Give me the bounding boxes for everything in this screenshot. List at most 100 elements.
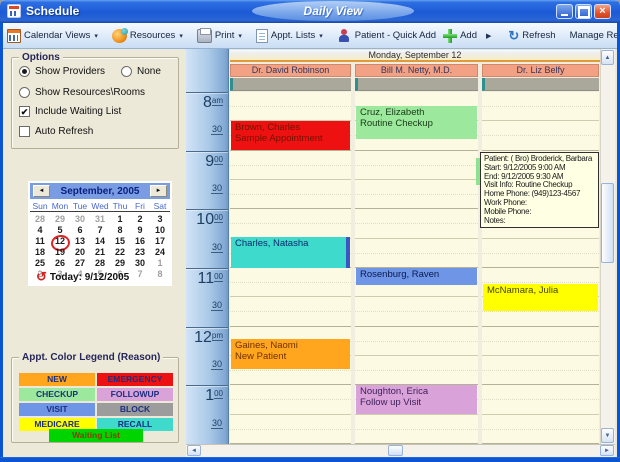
appointment-block[interactable]: Noughton, EricaFollow up Visit xyxy=(356,385,477,414)
calendar-day[interactable]: 1 xyxy=(150,258,170,269)
checkbox-include-waiting-list[interactable]: ✔ Include Waiting List xyxy=(19,106,121,117)
refresh-button[interactable]: ↻ Refresh xyxy=(505,27,558,44)
calendar-day[interactable]: 8 xyxy=(150,269,170,280)
calendar-day[interactable]: 22 xyxy=(110,247,130,258)
time-slot[interactable] xyxy=(230,151,351,180)
calendar-day[interactable]: 21 xyxy=(90,247,110,258)
vertical-scroll-thumb[interactable] xyxy=(601,183,614,263)
calendar-day[interactable]: 24 xyxy=(150,247,170,258)
calendar-day[interactable]: 28 xyxy=(30,214,50,225)
appt-lists-button[interactable]: Appt. Lists ▾ xyxy=(253,27,326,45)
radio-show-resources-rooms[interactable]: Show Resources\Rooms xyxy=(19,87,145,98)
more-arrow-button[interactable]: ▶ xyxy=(480,30,497,42)
calendar-day[interactable]: 8 xyxy=(110,225,130,236)
time-slot[interactable] xyxy=(482,121,599,150)
time-slot[interactable] xyxy=(230,415,351,444)
calendar-day[interactable]: 2 xyxy=(130,214,150,225)
appointment-block[interactable]: Charles, Natasha xyxy=(231,237,350,268)
calendar-day[interactable]: 30 xyxy=(70,214,90,225)
radio-none[interactable]: None xyxy=(121,66,161,77)
time-slot[interactable] xyxy=(355,356,478,385)
gutter-half-label: 30 xyxy=(211,183,223,194)
calendar-day[interactable]: 9 xyxy=(130,225,150,236)
calendar-prev-button[interactable]: ◄ xyxy=(33,185,50,197)
appointment-block[interactable]: Rosenburg, Raven xyxy=(356,268,477,285)
calendar-day[interactable]: 23 xyxy=(130,247,150,258)
time-slot[interactable] xyxy=(482,327,599,356)
print-label: Print xyxy=(215,30,235,41)
calendar-day[interactable]: 11 xyxy=(30,236,50,247)
time-slot[interactable] xyxy=(230,209,351,238)
time-slot[interactable] xyxy=(355,415,478,444)
horizontal-scroll-thumb[interactable] xyxy=(388,445,403,456)
time-slot[interactable] xyxy=(230,92,351,121)
maximize-button[interactable] xyxy=(575,4,592,19)
calendar-day[interactable]: 14 xyxy=(90,236,110,247)
time-slot[interactable] xyxy=(230,268,351,297)
weekday-label: Fri xyxy=(130,201,150,211)
scroll-up-button[interactable]: ▲ xyxy=(601,50,614,65)
today-row[interactable]: ↺ Today: 9/12/2005 xyxy=(36,271,129,283)
appointment-patient-name: McNamara, Julia xyxy=(487,285,598,296)
appointment-block[interactable]: Gaines, NaomiNew Patient xyxy=(231,339,350,369)
calendar-day[interactable]: 25 xyxy=(30,258,50,269)
calendar-day[interactable]: 29 xyxy=(50,214,70,225)
radio-show-providers[interactable]: Show Providers xyxy=(19,66,105,77)
calendar-day[interactable]: 30 xyxy=(130,258,150,269)
scroll-left-button[interactable]: ◄ xyxy=(187,445,201,456)
calendar-day[interactable]: 20 xyxy=(70,247,90,258)
calendar-day[interactable]: 18 xyxy=(30,247,50,258)
time-slot[interactable] xyxy=(355,297,478,326)
minimize-button[interactable] xyxy=(556,4,573,19)
checkbox-auto-refresh[interactable]: Auto Refresh xyxy=(19,126,93,137)
time-slot[interactable] xyxy=(355,327,478,356)
patient-quick-add-button[interactable]: Patient - Quick Add xyxy=(334,27,439,45)
time-slot[interactable] xyxy=(355,151,478,180)
calendar-day[interactable]: 13 xyxy=(70,236,90,247)
calendar-day[interactable]: 15 xyxy=(110,236,130,247)
time-slot[interactable] xyxy=(230,297,351,326)
add-button[interactable]: Add xyxy=(439,27,480,45)
resources-button[interactable]: Resources ▾ xyxy=(109,27,186,45)
calendar-day[interactable]: 7 xyxy=(130,269,150,280)
time-slot[interactable] xyxy=(482,356,599,385)
time-slot[interactable] xyxy=(482,415,599,444)
calendar-day[interactable]: 4 xyxy=(30,225,50,236)
calendar-day[interactable]: 16 xyxy=(130,236,150,247)
calendar-day[interactable]: 29 xyxy=(110,258,130,269)
scroll-down-button[interactable]: ▼ xyxy=(601,428,614,443)
calendar-day[interactable]: 7 xyxy=(90,225,110,236)
scroll-right-button[interactable]: ► xyxy=(600,445,614,456)
calendar-views-button[interactable]: Calendar Views ▾ xyxy=(4,27,101,45)
calendar-day[interactable]: 31 xyxy=(90,214,110,225)
time-slot[interactable] xyxy=(230,385,351,414)
time-slot[interactable] xyxy=(482,92,599,121)
appointment-block[interactable]: Cruz, ElizabethRoutine Checkup xyxy=(356,106,477,139)
schedule-column-3[interactable] xyxy=(482,92,599,444)
print-button[interactable]: Print ▾ xyxy=(194,27,245,45)
calendar-day[interactable]: 6 xyxy=(70,225,90,236)
calendar-day[interactable]: 19 xyxy=(50,247,70,258)
calendar-day[interactable]: 28 xyxy=(90,258,110,269)
close-button[interactable]: × xyxy=(594,4,611,19)
time-slot[interactable] xyxy=(482,239,599,268)
time-slot[interactable] xyxy=(355,180,478,209)
time-slot[interactable] xyxy=(482,385,599,414)
calendar-day[interactable]: 3 xyxy=(150,214,170,225)
time-slot[interactable] xyxy=(355,209,478,238)
document-icon xyxy=(256,29,268,43)
calendar-day-selected[interactable]: 12 xyxy=(50,236,70,247)
calendar-day[interactable]: 17 xyxy=(150,236,170,247)
calendar-day[interactable]: 1 xyxy=(110,214,130,225)
time-slot[interactable] xyxy=(355,239,478,268)
calendar-day[interactable]: 26 xyxy=(50,258,70,269)
calendar-next-button[interactable]: ► xyxy=(150,185,167,197)
calendar-day[interactable]: 10 xyxy=(150,225,170,236)
appointment-block[interactable]: McNamara, Julia xyxy=(483,284,598,311)
gutter-hour-number: 1 xyxy=(205,388,214,403)
gutter-hour-suffix: pm xyxy=(212,331,223,341)
calendar-day[interactable]: 27 xyxy=(70,258,90,269)
time-slot[interactable] xyxy=(230,180,351,209)
manage-repeats-button[interactable]: Manage Repeats xyxy=(567,28,620,43)
appointment-block[interactable]: Brown, CharlesSample Appointment xyxy=(231,121,350,150)
